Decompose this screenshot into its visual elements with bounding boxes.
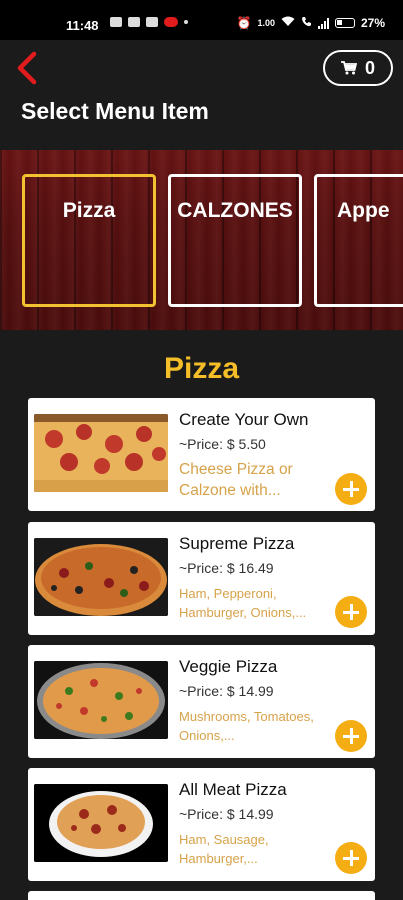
page-title: Select Menu Item xyxy=(21,98,209,124)
status-time: 11:48 xyxy=(66,18,99,33)
cart-count: 0 xyxy=(364,57,375,78)
pizza-image xyxy=(34,661,168,739)
section-title: Pizza xyxy=(163,352,240,385)
menu-item-create-your-own[interactable]: Create Your Own ~Price: $ 5.50 Cheese Pi… xyxy=(28,398,375,511)
pizza-image xyxy=(34,414,168,492)
item-name: Veggie Pizza xyxy=(179,657,278,676)
app-header: 0 Select Menu Item xyxy=(0,40,403,150)
category-tile-pizza[interactable]: Pizza xyxy=(22,174,156,307)
battery-icon xyxy=(334,18,355,28)
notification-icons xyxy=(110,17,188,27)
battery-percent: 27% xyxy=(360,16,385,30)
facebook-icon xyxy=(128,17,140,27)
menu-item-supreme-pizza[interactable]: Supreme Pizza ~Price: $ 16.49 Ham, Peppe… xyxy=(28,522,375,635)
item-name: Supreme Pizza xyxy=(179,534,295,553)
add-item-button[interactable] xyxy=(335,842,367,874)
pizza-image xyxy=(34,784,168,862)
item-description: Ham, Sausage, Hamburger,... xyxy=(179,832,269,866)
item-name: All Meat Pizza xyxy=(179,780,287,799)
item-description: Cheese Pizza or Calzone with... xyxy=(179,461,293,499)
status-right: ⏰ 1.00 27% xyxy=(236,16,385,30)
app-notification-icon xyxy=(164,17,178,27)
signal-icon xyxy=(317,17,329,29)
cart-button[interactable]: 0 xyxy=(323,50,393,86)
category-tile-calzones[interactable]: CALZONES xyxy=(168,174,302,307)
pizza-image xyxy=(34,538,168,616)
cart-icon xyxy=(340,61,357,75)
item-description: Ham, Pepperoni, Hamburger, Onions,... xyxy=(179,586,307,620)
wifi-icon xyxy=(281,16,295,30)
category-strip[interactable]: Pizza CALZONES Appe xyxy=(0,150,403,330)
item-price: ~Price: $ 5.50 xyxy=(179,436,266,452)
menu-section: Pizza Create Your Own ~Price: $ 5.50 Che… xyxy=(0,330,403,900)
menu-item-partial[interactable] xyxy=(28,891,375,900)
add-item-button[interactable] xyxy=(335,473,367,505)
calendar-icon xyxy=(146,17,158,27)
category-label: Pizza xyxy=(62,199,116,222)
item-description: Mushrooms, Tomatoes, Onions,... xyxy=(179,709,314,743)
voicemail-icon xyxy=(110,17,122,27)
item-price: ~Price: $ 16.49 xyxy=(179,560,274,576)
alarm-icon: ⏰ xyxy=(236,16,252,30)
item-name: Create Your Own xyxy=(179,410,309,429)
category-label: Appe xyxy=(337,199,390,222)
add-item-button[interactable] xyxy=(335,596,367,628)
menu-item-veggie-pizza[interactable]: Veggie Pizza ~Price: $ 14.99 Mushrooms, … xyxy=(28,645,375,758)
back-button[interactable] xyxy=(12,50,42,86)
category-tile-appetizers[interactable]: Appe xyxy=(314,174,403,307)
add-item-button[interactable] xyxy=(335,720,367,752)
call-icon xyxy=(301,16,312,30)
category-label: CALZONES xyxy=(177,199,293,222)
item-price: ~Price: $ 14.99 xyxy=(179,806,274,822)
chevron-left-icon xyxy=(17,51,37,85)
more-notifications-icon xyxy=(184,20,188,24)
net-speed: 1.00 xyxy=(257,18,275,28)
item-price: ~Price: $ 14.99 xyxy=(179,683,274,699)
menu-item-all-meat-pizza[interactable]: All Meat Pizza ~Price: $ 14.99 Ham, Saus… xyxy=(28,768,375,881)
status-bar: 11:48 ⏰ 1.00 27% xyxy=(0,0,403,40)
